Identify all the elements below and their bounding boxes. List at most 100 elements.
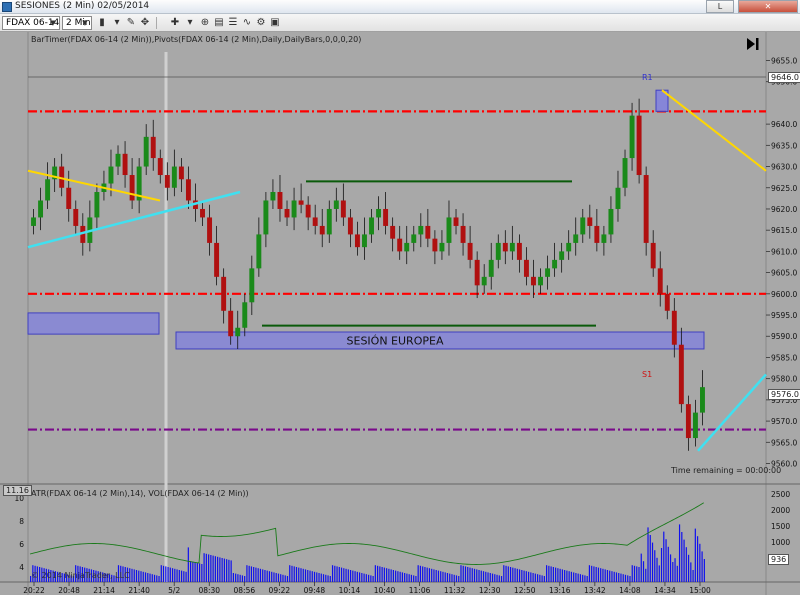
volume-bar xyxy=(354,571,356,582)
candle-body xyxy=(608,208,614,235)
volume-bar xyxy=(552,567,554,582)
chart-panel[interactable]: SESIÓN EUROPEA 9655.09650.09640.09635.09… xyxy=(0,32,800,595)
volume-bar xyxy=(149,573,151,582)
volume-bar xyxy=(613,571,615,582)
crosshair-icon[interactable]: ✚ xyxy=(168,16,182,30)
volume-bar xyxy=(381,567,383,582)
volume-bar xyxy=(631,565,633,582)
candle-body xyxy=(277,192,283,209)
volume-bar xyxy=(469,567,471,582)
volume-bar xyxy=(199,563,201,582)
volume-bar xyxy=(284,575,286,582)
price-tick-label: 9590.0 xyxy=(771,332,797,341)
properties-icon[interactable]: ☰ xyxy=(226,16,240,30)
candle-body xyxy=(502,242,508,252)
price-tick-label: 9620.0 xyxy=(771,205,797,214)
candle-body xyxy=(404,242,410,252)
candle-body xyxy=(390,225,396,239)
document-icon[interactable]: ▤ xyxy=(212,16,226,30)
chart-trader-icon[interactable]: ▣ xyxy=(268,16,282,30)
interval-selector[interactable]: 2 Min ▼ xyxy=(62,16,92,30)
candle-body xyxy=(326,208,332,235)
instrument-selector[interactable]: FDAX 06-14 ▼ xyxy=(2,16,60,30)
volume-bar xyxy=(399,571,401,582)
candle-body xyxy=(256,234,262,269)
volume-bar xyxy=(561,569,563,582)
volume-bar xyxy=(349,570,352,582)
volume-bar xyxy=(435,570,437,582)
volume-bar xyxy=(606,570,609,582)
volume-bar xyxy=(264,570,266,582)
price-tick-label: 9595.0 xyxy=(771,311,797,320)
volume-bar xyxy=(408,574,410,582)
candle-body xyxy=(453,217,459,226)
volume-bar xyxy=(460,565,462,582)
volume-bar xyxy=(257,568,259,582)
volume-bar xyxy=(187,547,189,582)
strategy-icon[interactable]: ⚙ xyxy=(254,16,268,30)
volume-bar xyxy=(410,574,413,582)
volume-bar xyxy=(313,571,316,582)
candle-body xyxy=(45,179,51,201)
volume-bar xyxy=(658,565,660,582)
candle-body xyxy=(601,234,607,243)
candle-body xyxy=(580,217,586,235)
chevron-down-icon[interactable]: ▾ xyxy=(183,16,197,30)
volume-bar xyxy=(289,565,291,582)
volume-bar xyxy=(597,567,600,582)
volume-bar xyxy=(546,565,548,582)
volume-bar xyxy=(311,571,313,582)
volume-bar xyxy=(386,568,388,582)
volume-bar xyxy=(133,569,135,582)
price-tick-label: 9565.0 xyxy=(771,438,797,447)
candle-body xyxy=(629,115,635,159)
volume-bar xyxy=(687,554,690,582)
indicators-icon[interactable]: ∿ xyxy=(240,16,254,30)
zoom-icon[interactable]: ⊕ xyxy=(198,16,212,30)
volume-bar xyxy=(372,576,374,582)
volume-bar xyxy=(395,570,397,582)
volume-bar xyxy=(424,567,426,582)
volume-bar xyxy=(171,568,174,582)
candle-body xyxy=(108,166,114,184)
hand-icon[interactable]: ✥ xyxy=(138,16,152,30)
price-tick-label: 9585.0 xyxy=(771,353,797,362)
price-marker-icon[interactable]: ▾ xyxy=(110,16,124,30)
candle-body xyxy=(312,217,318,226)
minimize-button[interactable]: L xyxy=(706,0,734,13)
candle-body xyxy=(207,217,213,243)
volume-bar xyxy=(293,566,295,582)
price-tick-label: 9640.0 xyxy=(771,120,797,129)
candle-body xyxy=(291,200,297,218)
volume-bar xyxy=(530,572,532,582)
volume-bar xyxy=(370,575,372,582)
volume-bar xyxy=(401,572,403,582)
pencil-icon[interactable]: ✎ xyxy=(124,16,138,30)
candle-body xyxy=(383,208,389,226)
volume-bar xyxy=(521,570,523,582)
volume-bar xyxy=(406,573,408,582)
candle-body xyxy=(178,166,184,180)
price-tick-label: 9610.0 xyxy=(771,247,797,256)
candle-body xyxy=(228,310,234,337)
close-button[interactable]: ✕ xyxy=(738,0,798,13)
volume-bar xyxy=(588,565,591,582)
candle-body xyxy=(460,225,466,243)
volume-bar xyxy=(699,543,701,582)
volume-bar xyxy=(586,576,588,582)
volume-bar xyxy=(275,573,277,582)
bars-icon[interactable]: ▮ xyxy=(95,16,109,30)
volume-bar xyxy=(390,569,392,582)
price-chart[interactable]: SESIÓN EUROPEA 9655.09650.09640.09635.09… xyxy=(0,32,800,595)
volume-bar xyxy=(307,570,309,582)
volume-bar xyxy=(322,574,325,582)
volume-bar xyxy=(669,554,672,582)
volume-bar xyxy=(165,566,167,582)
volume-bar xyxy=(476,569,478,582)
candle-body xyxy=(235,327,241,337)
candle-body xyxy=(270,192,276,201)
volume-bar xyxy=(167,567,169,582)
volume-bar xyxy=(442,571,444,582)
candle-body xyxy=(495,242,501,260)
volume-bar xyxy=(437,570,440,582)
